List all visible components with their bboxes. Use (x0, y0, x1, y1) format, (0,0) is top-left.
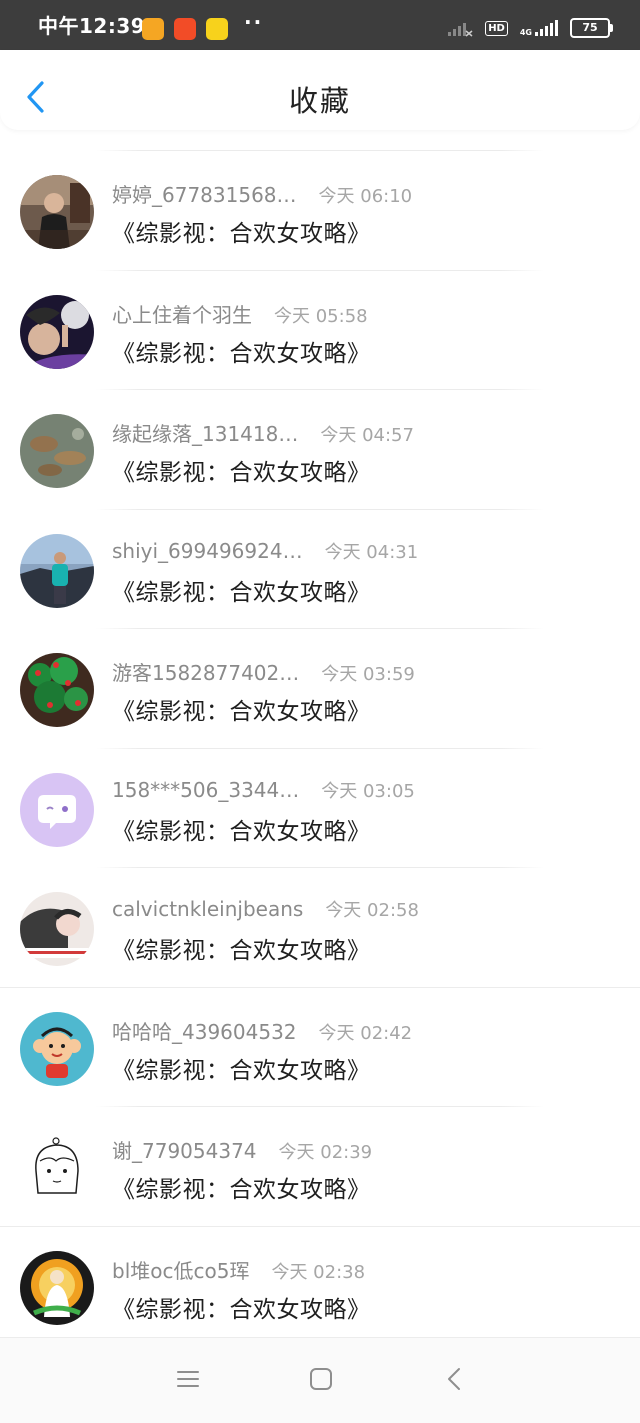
list-item[interactable]: shiyi_699496924… 今天 04:31 《综影视：合欢女攻略》 (0, 508, 640, 629)
book-title[interactable]: 《综影视：合欢女攻略》 (112, 1051, 371, 1085)
user-name[interactable]: 哈哈哈_439604532 (112, 1016, 297, 1045)
more-notifications-icon: ·· (244, 10, 264, 34)
app-header: 收藏 (0, 50, 640, 130)
list-item[interactable]: bl堆oc低co5珲 今天 02:38 《综影视：合欢女攻略》 (0, 1225, 640, 1346)
list-item[interactable]: 游客1582877402… 今天 03:59 《综影视：合欢女攻略》 (0, 628, 640, 748)
favorites-list: 婷婷_677831568… 今天 06:10 《综影视：合欢女攻略》 心上住着个羽… (0, 150, 640, 1345)
book-title[interactable]: 《综影视：合欢女攻略》 (112, 214, 371, 248)
timestamp: 今天 02:38 (271, 1261, 366, 1283)
user-name[interactable]: bl堆oc低co5珲 (112, 1255, 249, 1284)
timestamp: 今天 04:31 (324, 541, 419, 563)
list-item[interactable]: 谢_779054374 今天 02:39 《综影视：合欢女攻略》 (0, 1106, 640, 1226)
book-title[interactable]: 《综影视：合欢女攻略》 (112, 573, 371, 607)
user-name[interactable]: 缘起缘落_131418… (112, 418, 298, 447)
avatar[interactable] (20, 1131, 94, 1205)
timestamp: 今天 03:59 (321, 664, 415, 685)
list-item[interactable]: 心上住着个羽生 今天 05:58 《综影视：合欢女攻略》 (0, 269, 640, 390)
timestamp: 今天 03:05 (321, 780, 415, 802)
network-type: 4G (519, 28, 532, 37)
timestamp: 今天 02:39 (278, 1142, 373, 1163)
user-name[interactable]: 婷婷_677831568… (112, 179, 297, 208)
hd-badge: HD (485, 20, 508, 36)
book-title[interactable]: 《综影视：合欢女攻略》 (112, 453, 371, 487)
avatar[interactable] (20, 175, 94, 249)
avatar[interactable] (20, 772, 94, 847)
timestamp: 今天 04:57 (320, 425, 414, 446)
user-name[interactable]: 158***506_3344… (112, 778, 299, 802)
timestamp: 今天 02:58 (325, 900, 419, 921)
battery-icon: 75 (570, 18, 613, 38)
status-indicators: HD 4G 75 (447, 16, 613, 40)
user-name[interactable]: 游客1582877402… (112, 657, 299, 686)
signal-weak-icon (448, 23, 473, 37)
book-title[interactable]: 《综影视：合欢女攻略》 (112, 931, 371, 965)
book-title[interactable]: 《综影视：合欢女攻略》 (112, 334, 371, 368)
avatar[interactable] (20, 1250, 94, 1325)
avatar[interactable] (20, 414, 94, 488)
avatar[interactable] (20, 533, 94, 608)
signal-4g-icon: 4G (520, 19, 558, 37)
list-item[interactable]: 婷婷_677831568… 今天 06:10 《综影视：合欢女攻略》 (0, 150, 640, 270)
back-icon[interactable] (440, 1364, 470, 1394)
notes-app-icon (142, 18, 164, 40)
list-item[interactable]: 哈哈哈_439604532 今天 02:42 《综影视：合欢女攻略》 (0, 986, 640, 1107)
book-title[interactable]: 《综影视：合欢女攻略》 (112, 692, 371, 726)
status-bar: 中午12:39 ·· HD 4G 75 (0, 0, 640, 50)
timestamp: 今天 02:42 (318, 1022, 413, 1044)
book-title[interactable]: 《综影视：合欢女攻略》 (112, 1290, 371, 1324)
page-title: 收藏 (288, 84, 351, 118)
user-name[interactable]: calvictnkleinjbeans (112, 897, 303, 921)
book-title[interactable]: 《综影视：合欢女攻略》 (112, 812, 371, 846)
menu-icon[interactable] (173, 1364, 203, 1394)
avatar[interactable] (20, 294, 94, 369)
home-icon[interactable] (306, 1364, 336, 1394)
kuaishou-app-icon (174, 18, 196, 40)
user-name[interactable]: 心上住着个羽生 (112, 299, 252, 328)
avatar[interactable] (20, 892, 94, 966)
timestamp: 今天 05:58 (274, 305, 368, 327)
status-time: 中午12:39 (38, 14, 146, 38)
list-item[interactable]: 缘起缘落_131418… 今天 04:57 《综影视：合欢女攻略》 (0, 389, 640, 509)
book-title[interactable]: 《综影视：合欢女攻略》 (112, 1170, 371, 1204)
timestamp: 今天 06:10 (318, 186, 413, 207)
list-item[interactable]: 158***506_3344… 今天 03:05 《综影视：合欢女攻略》 (0, 747, 640, 868)
system-nav-bar (0, 1337, 640, 1423)
user-name[interactable]: 谢_779054374 (112, 1135, 257, 1164)
avatar[interactable] (20, 653, 94, 727)
list-item[interactable]: calvictnkleinjbeans 今天 02:58 《综影视：合欢女攻略》 (0, 867, 640, 987)
user-name[interactable]: shiyi_699496924… (112, 539, 303, 563)
avatar[interactable] (20, 1011, 94, 1086)
reading-app-icon (206, 18, 228, 40)
